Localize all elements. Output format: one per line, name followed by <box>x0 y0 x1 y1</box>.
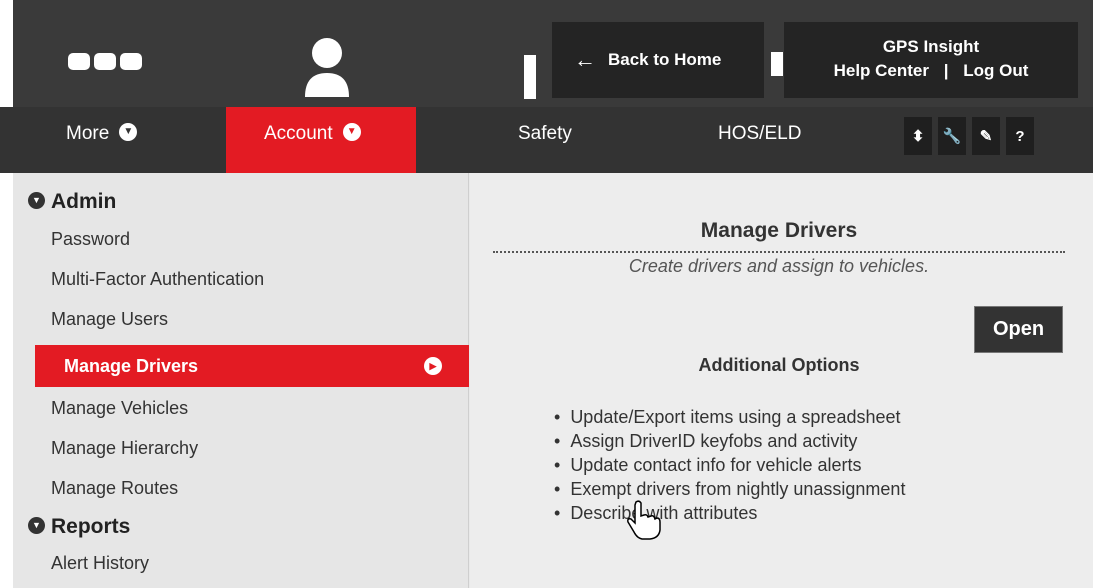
menu-item-password[interactable]: Password <box>51 229 130 250</box>
nav-more[interactable]: More ▼ <box>66 107 138 173</box>
menu-item-manage-drivers[interactable]: Manage Drivers ▶ <box>35 345 469 387</box>
nav-account[interactable]: Account ▼ <box>226 107 416 173</box>
user-icon[interactable] <box>303 35 351 97</box>
help-icon[interactable]: ? <box>1006 117 1034 155</box>
menu-item-manage-vehicles[interactable]: Manage Vehicles <box>51 398 188 419</box>
menu-item-manage-users[interactable]: Manage Users <box>51 309 168 330</box>
list-item: Describe with attributes <box>554 501 905 525</box>
nav-more-label: More <box>66 123 110 144</box>
menu-item-alert-history[interactable]: Alert History <box>51 553 149 574</box>
open-button[interactable]: Open <box>974 306 1063 353</box>
nav-account-label: Account <box>264 123 333 144</box>
gps-insight-title: GPS Insight <box>882 37 980 56</box>
gps-help-box: GPS Insight Help Center | Log Out <box>784 22 1078 98</box>
list-item: Assign DriverID keyfobs and activity <box>554 429 905 453</box>
play-icon: ▶ <box>424 357 442 375</box>
panel-title: Manage Drivers <box>700 219 858 242</box>
pencil-icon[interactable]: ✎ <box>972 117 1000 155</box>
admin-section[interactable]: ▼ Admin <box>28 190 116 214</box>
divider <box>493 251 1065 253</box>
menu-item-manage-hierarchy[interactable]: Manage Hierarchy <box>51 438 198 459</box>
chart-icon <box>524 55 536 99</box>
reports-section[interactable]: ▼ Reports <box>28 515 130 539</box>
additional-options-title: Additional Options <box>698 355 860 375</box>
chevron-down-icon: ▼ <box>119 123 138 142</box>
list-item: Update/Export items using a spreadsheet <box>554 405 905 429</box>
nav-hos-eld[interactable]: HOS/ELD <box>718 107 801 173</box>
chevron-down-icon: ▼ <box>342 123 361 142</box>
list-item: Exempt drivers from nightly unassignment <box>554 477 905 501</box>
back-to-home-label: Back to Home <box>608 50 722 69</box>
help-center-link[interactable]: Help Center <box>834 61 929 80</box>
map-edge <box>0 0 13 588</box>
chevron-down-icon: ▼ <box>28 191 45 209</box>
hand-cursor-icon <box>627 500 661 540</box>
menu-item-mfa[interactable]: Multi-Factor Authentication <box>51 269 264 290</box>
reports-label: Reports <box>51 515 131 538</box>
chevron-down-icon: ▼ <box>28 516 45 534</box>
menu-item-manage-routes[interactable]: Manage Routes <box>51 478 178 499</box>
admin-label: Admin <box>51 190 117 213</box>
manage-drivers-label: Manage Drivers <box>64 356 199 376</box>
arrow-left-icon: ← <box>574 47 596 72</box>
back-to-home-button[interactable]: ← Back to Home <box>552 22 764 98</box>
nav-safety[interactable]: Safety <box>518 107 572 173</box>
chart-icon-small <box>771 52 783 76</box>
log-out-link[interactable]: Log Out <box>963 61 1028 80</box>
panel-subtitle: Create drivers and assign to vehicles. <box>628 256 930 276</box>
list-item: Update contact info for vehicle alerts <box>554 453 905 477</box>
sort-icon[interactable]: ⬍ <box>904 117 932 155</box>
options-list: Update/Export items using a spreadsheet … <box>554 405 905 525</box>
apps-icon[interactable] <box>68 53 142 70</box>
separator: | <box>943 61 949 80</box>
toolbar: ⬍ 🔧 ✎ ? <box>904 117 1034 155</box>
wrench-icon[interactable]: 🔧 <box>938 117 966 155</box>
